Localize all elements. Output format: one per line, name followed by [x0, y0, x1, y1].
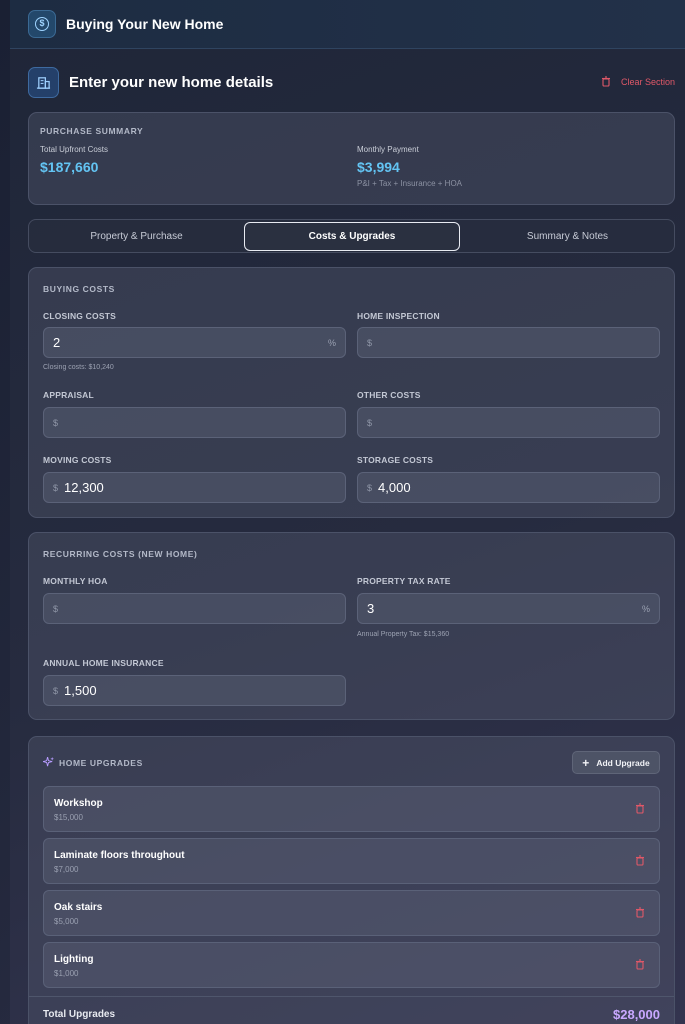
trash-icon	[601, 76, 610, 87]
percent-unit: %	[641, 603, 650, 614]
upgrade-cost: $1,000	[54, 969, 79, 978]
upfront-label: Total Upfront Costs	[40, 145, 109, 154]
currency-symbol: $	[53, 482, 59, 493]
upgrade-name: Oak stairs	[54, 902, 103, 913]
home-inspection-placeholder: $	[367, 337, 373, 348]
upfront-costs: Total Upfront Costs $187,660	[40, 145, 108, 175]
summary-label: PURCHASE SUMMARY	[40, 126, 144, 136]
appraisal-placeholder: $	[53, 417, 59, 428]
add-upgrade-button[interactable]: + Add Upgrade	[572, 751, 660, 774]
other-costs-label: OTHER COSTS	[357, 390, 421, 400]
moving-costs-input[interactable]: $ 12,300	[43, 472, 346, 503]
upgrade-item: Lighting $1,000	[43, 942, 660, 988]
delete-upgrade-icon[interactable]	[635, 907, 645, 918]
currency-symbol: $	[367, 482, 373, 493]
home-inspection-input[interactable]: $	[357, 327, 660, 358]
upgrade-name: Lighting	[54, 954, 94, 965]
home-inspection-label: HOME INSPECTION	[357, 311, 440, 321]
home-upgrades-card: HOME UPGRADES + Add Upgrade Workshop $15…	[28, 736, 675, 1024]
delete-upgrade-icon[interactable]	[635, 855, 645, 866]
monthly-sub: P&I + Tax + Insurance + HOA	[357, 179, 463, 188]
sparkle-icon	[43, 757, 54, 767]
purchase-summary-card: PURCHASE SUMMARY Total Upfront Costs $18…	[28, 112, 675, 205]
annual-insurance-value: 1,500	[64, 683, 97, 698]
monthly-payment: Monthly Payment $3,994 P&I + Tax + Insur…	[357, 145, 462, 188]
moving-costs-value: 12,300	[64, 480, 104, 495]
divider	[29, 996, 674, 997]
other-costs-placeholder: $	[367, 417, 373, 428]
monthly-label: Monthly Payment	[357, 145, 419, 154]
tab-property-purchase[interactable]: Property & Purchase	[29, 220, 244, 252]
page-title: Buying Your New Home	[66, 16, 224, 32]
closing-costs-note: Closing costs: $10,240	[43, 364, 114, 371]
monthly-hoa-label: MONTHLY HOA	[43, 576, 108, 586]
buying-costs-card: BUYING COSTS CLOSING COSTS 2 % Closing c…	[28, 267, 675, 518]
monthly-hoa-placeholder: $	[53, 603, 59, 614]
upgrade-cost: $5,000	[54, 917, 79, 926]
home-upgrades-header: HOME UPGRADES	[43, 757, 143, 768]
section-header: Enter your new home details Clear Sectio…	[10, 49, 685, 115]
upgrade-cost: $15,000	[54, 813, 83, 822]
storage-costs-value: 4,000	[378, 480, 411, 495]
upgrade-name: Laminate floors throughout	[54, 850, 185, 861]
upgrade-cost: $7,000	[54, 865, 79, 874]
tab-costs-upgrades[interactable]: Costs & Upgrades	[244, 222, 460, 251]
tab-summary-notes[interactable]: Summary & Notes	[460, 220, 675, 252]
top-bar: $ Buying Your New Home	[10, 0, 685, 49]
recurring-costs-label: RECURRING COSTS (NEW HOME)	[43, 549, 198, 559]
annual-insurance-input[interactable]: $ 1,500	[43, 675, 346, 706]
plus-icon: +	[582, 755, 590, 770]
monthly-value: $3,994	[357, 159, 400, 175]
storage-costs-input[interactable]: $ 4,000	[357, 472, 660, 503]
property-tax-rate-value: 3	[367, 601, 375, 616]
buying-costs-label: BUYING COSTS	[43, 284, 115, 294]
closing-costs-input[interactable]: 2 %	[43, 327, 346, 358]
property-tax-rate-input[interactable]: 3 %	[357, 593, 660, 624]
add-upgrade-label: Add Upgrade	[596, 757, 650, 768]
property-tax-note: Annual Property Tax: $15,360	[357, 631, 450, 638]
clear-section-label: Clear Section	[620, 76, 675, 87]
appraisal-label: APPRAISAL	[43, 390, 94, 400]
moving-costs-label: MOVING COSTS	[43, 455, 112, 465]
other-costs-input[interactable]: $	[357, 407, 660, 438]
app-frame: $ Buying Your New Home Enter your new ho…	[10, 0, 685, 1024]
delete-upgrade-icon[interactable]	[635, 959, 645, 970]
recurring-costs-card: RECURRING COSTS (NEW HOME) MONTHLY HOA $…	[28, 532, 675, 720]
upgrade-item: Workshop $15,000	[43, 786, 660, 832]
storage-costs-label: STORAGE COSTS	[357, 455, 434, 465]
section-title: Enter your new home details	[69, 73, 274, 91]
closing-costs-value: 2	[53, 335, 61, 350]
closing-costs-label: CLOSING COSTS	[43, 311, 116, 321]
upgrade-name: Workshop	[54, 798, 103, 809]
dollar-icon: $	[28, 10, 56, 38]
total-upgrades-label: Total Upgrades	[43, 1009, 116, 1020]
appraisal-input[interactable]: $	[43, 407, 346, 438]
upfront-value: $187,660	[40, 159, 99, 175]
delete-upgrade-icon[interactable]	[635, 803, 645, 814]
building-icon	[28, 66, 59, 98]
currency-symbol: $	[53, 685, 59, 696]
upgrade-item: Oak stairs $5,000	[43, 890, 660, 936]
tab-bar: Property & Purchase Costs & Upgrades Sum…	[28, 219, 675, 253]
property-tax-rate-label: PROPERTY TAX RATE	[357, 576, 451, 586]
clear-section-button[interactable]: Clear Section	[601, 76, 675, 87]
monthly-hoa-input[interactable]: $	[43, 593, 346, 624]
percent-unit: %	[327, 337, 336, 348]
upgrade-item: Laminate floors throughout $7,000	[43, 838, 660, 884]
total-upgrades-value: $28,000	[613, 1007, 660, 1022]
home-upgrades-label: HOME UPGRADES	[59, 757, 143, 768]
annual-insurance-label: ANNUAL HOME INSURANCE	[43, 658, 164, 668]
